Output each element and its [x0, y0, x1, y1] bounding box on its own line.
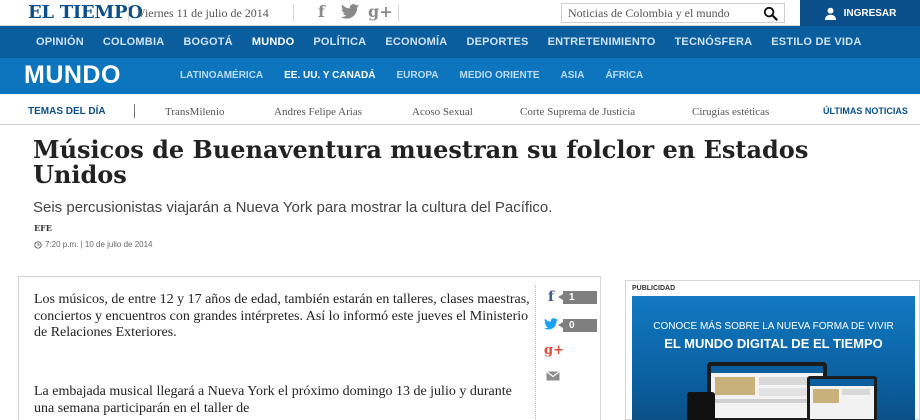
- topic-link[interactable]: Andres Felipe Arias: [274, 106, 362, 118]
- ad-tagline: CONOCE MÁS SOBRE LA NUEVA FORMA DE VIVIR: [653, 321, 894, 332]
- section-title[interactable]: MUNDO: [24, 61, 121, 90]
- phone-image: [687, 392, 715, 420]
- subnav-item-latinoamerica[interactable]: LATINOAMÉRICA: [180, 70, 263, 81]
- nav-item-tecnosfera[interactable]: TECNÓSFERA: [674, 36, 752, 48]
- subnav-item-africa[interactable]: ÁFRICA: [605, 70, 643, 81]
- topics-bar: TEMAS DEL DÍA TransMilenio Andres Felipe…: [0, 101, 920, 125]
- article-body: Los músicos, de entre 12 y 17 años de ed…: [18, 276, 601, 420]
- nav-item-opinion[interactable]: OPINIÓN: [36, 36, 84, 48]
- topic-link[interactable]: TransMilenio: [165, 106, 225, 118]
- article-byline[interactable]: EFE: [34, 223, 52, 233]
- nav-item-bogota[interactable]: BOGOTÁ: [183, 36, 232, 48]
- topic-link[interactable]: Corte Suprema de Justicia: [520, 106, 635, 118]
- divider: [134, 104, 135, 118]
- googleplus-share[interactable]: g+: [544, 343, 564, 358]
- nav-item-entretenimiento[interactable]: ENTRETENIMIENTO: [548, 36, 656, 48]
- divider: [128, 4, 129, 22]
- article-paragraph: La embajada musical llegará a Nueva York…: [34, 384, 512, 416]
- nav-item-colombia[interactable]: COLOMBIA: [103, 36, 164, 48]
- facebook-icon[interactable]: f: [318, 2, 325, 22]
- nav-item-mundo[interactable]: MUNDO: [252, 36, 295, 48]
- article-timestamp: 7:20 p.m. | 10 de julio de 2014: [34, 240, 153, 249]
- divider: [293, 4, 294, 22]
- current-date: Viernes 11 de julio de 2014: [137, 6, 269, 20]
- divider: [398, 4, 399, 22]
- topic-link[interactable]: Cirugías estéticas: [692, 106, 769, 118]
- latest-news-link[interactable]: ÚLTIMAS NOTICIAS: [823, 106, 908, 116]
- subnav-item-eeuu-canada[interactable]: EE. UU. Y CANADÁ: [284, 70, 375, 81]
- ad-label: PUBLICIDAD: [632, 285, 676, 292]
- monitor-image: [807, 376, 877, 420]
- ad-banner[interactable]: CONOCE MÁS SOBRE LA NUEVA FORMA DE VIVIR…: [632, 296, 915, 420]
- nav-item-politica[interactable]: POLÍTICA: [313, 36, 366, 48]
- subnav-item-medio-oriente[interactable]: MEDIO ORIENTE: [460, 70, 540, 81]
- twitter-share-count: 0: [558, 318, 597, 332]
- section-bar: MUNDO LATINOAMÉRICA EE. UU. Y CANADÁ EUR…: [0, 58, 920, 94]
- googleplus-icon: g+: [544, 343, 564, 358]
- facebook-icon: f: [547, 289, 555, 305]
- nav-item-deportes[interactable]: DEPORTES: [466, 36, 528, 48]
- article-subhead: Seis percusionistas viajarán a Nueva Yor…: [33, 199, 553, 216]
- twitter-icon: [544, 317, 558, 333]
- facebook-share[interactable]: f 1: [544, 289, 597, 305]
- facebook-share-count: 1: [558, 290, 597, 304]
- ad-container: PUBLICIDAD CONOCE MÁS SOBRE LA NUEVA FOR…: [625, 280, 920, 420]
- timestamp-text: 7:20 p.m. | 10 de julio de 2014: [45, 240, 153, 249]
- article-paragraph: Los músicos, de entre 12 y 17 años de ed…: [34, 292, 530, 340]
- login-button[interactable]: INGRESAR: [800, 0, 920, 26]
- subnav-item-asia[interactable]: ASIA: [561, 70, 585, 81]
- search-box: [561, 3, 785, 23]
- clock-icon: [34, 240, 42, 249]
- email-share-icon[interactable]: [546, 371, 560, 381]
- section-subnav: LATINOAMÉRICA EE. UU. Y CANADÁ EUROPA ME…: [180, 70, 664, 81]
- search-input[interactable]: [562, 4, 752, 23]
- top-bar: EL TIEMPO Viernes 11 de julio de 2014 f …: [0, 0, 920, 26]
- twitter-icon[interactable]: [341, 4, 359, 25]
- share-divider: [535, 285, 536, 420]
- twitter-share[interactable]: 0: [544, 317, 597, 333]
- nav-item-economia[interactable]: ECONOMÍA: [385, 36, 447, 48]
- user-icon: [824, 7, 836, 20]
- search-icon[interactable]: [763, 6, 778, 21]
- topics-label: TEMAS DEL DÍA: [28, 106, 106, 117]
- main-nav: OPINIÓN COLOMBIA BOGOTÁ MUNDO POLÍTICA E…: [0, 26, 920, 58]
- topic-link[interactable]: Acoso Sexual: [412, 106, 473, 118]
- subnav-item-europa[interactable]: EUROPA: [396, 70, 438, 81]
- googleplus-icon[interactable]: g+: [368, 2, 393, 22]
- login-label: INGRESAR: [843, 7, 897, 19]
- article-headline: Músicos de Buenaventura muestran su folc…: [33, 135, 809, 189]
- ad-headline: EL MUNDO DIGITAL DE EL TIEMPO: [664, 336, 883, 351]
- site-logo[interactable]: EL TIEMPO: [28, 2, 143, 23]
- nav-item-estilo-de-vida[interactable]: ESTILO DE VIDA: [771, 36, 861, 48]
